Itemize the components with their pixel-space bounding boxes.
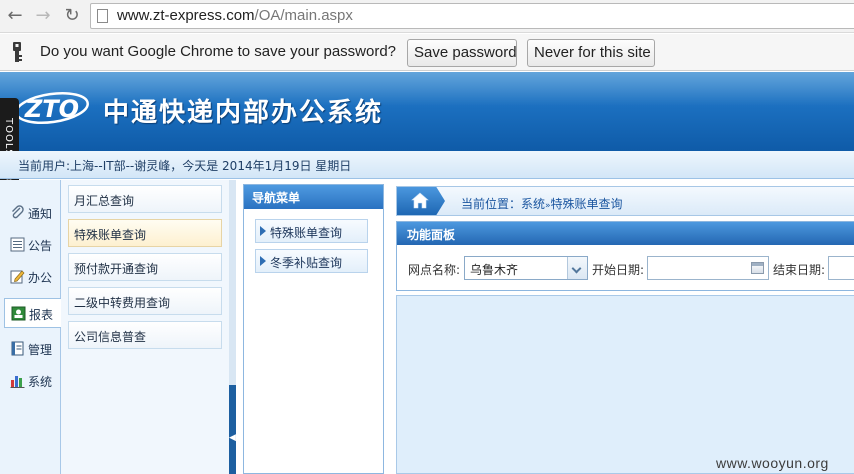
nav-link-label: 冬季补贴查询 bbox=[270, 256, 343, 270]
url-host: www.zt-express.com bbox=[117, 7, 255, 24]
nav-link[interactable]: 特殊账单查询 bbox=[255, 219, 368, 243]
user-info-bar: 当前用户:上海--IT部--谢灵峰，今天是 2014年1月19日 星期日 bbox=[0, 151, 854, 179]
left-nav-label: 公告 bbox=[28, 239, 53, 253]
submenu-label: 特殊账单查询 bbox=[74, 228, 147, 242]
reload-icon[interactable]: ↻ bbox=[61, 5, 83, 27]
main-content: 当前位置：系统»特殊账单查询 功能面板 网点名称: 乌鲁木齐 开始日期: 结束日… bbox=[392, 180, 854, 474]
start-date-input[interactable] bbox=[647, 256, 769, 280]
left-nav-label: 报表 bbox=[29, 308, 54, 322]
app-title: 中通快递内部办公系统 bbox=[103, 98, 384, 128]
submenu-item[interactable]: 公司信息普查 bbox=[68, 321, 222, 349]
submenu-item[interactable]: 月汇总查询 bbox=[68, 185, 222, 213]
left-nav-item-office[interactable]: 办公 bbox=[4, 262, 61, 292]
end-date-label: 结束日期: bbox=[773, 263, 826, 277]
zto-logo: ZTO bbox=[15, 92, 89, 124]
left-nav-label: 办公 bbox=[28, 271, 53, 285]
chevron-down-icon[interactable] bbox=[567, 257, 587, 279]
list-icon bbox=[10, 237, 25, 252]
navigation-menu-panel: 导航菜单 特殊账单查询 冬季补贴查询 bbox=[243, 184, 384, 474]
svg-text:ZTO: ZTO bbox=[24, 95, 79, 123]
branch-select[interactable]: 乌鲁木齐 bbox=[464, 256, 588, 280]
key-icon bbox=[13, 42, 22, 62]
function-panel: 功能面板 网点名称: 乌鲁木齐 开始日期: 结束日期: bbox=[396, 221, 854, 291]
paperclip-icon bbox=[12, 205, 24, 219]
url-text[interactable]: www.zt-express.com/OA/main.aspx bbox=[117, 7, 353, 24]
edit-icon bbox=[10, 270, 25, 284]
triangle-right-icon bbox=[260, 226, 266, 236]
url-path: /OA/main.aspx bbox=[254, 7, 353, 24]
save-password-infobar: Do you want Google Chrome to save your p… bbox=[0, 34, 854, 71]
home-button[interactable] bbox=[397, 187, 445, 215]
back-arrow-icon[interactable]: ← bbox=[4, 5, 26, 27]
infobar-message: Do you want Google Chrome to save your p… bbox=[40, 43, 397, 60]
screen: ← → ↻ www.zt-express.com/OA/main.aspx Do… bbox=[0, 0, 854, 474]
watermark: www.wooyun.org bbox=[716, 455, 829, 471]
submenu-label: 预付款开通查询 bbox=[74, 262, 159, 276]
splitter-handle[interactable] bbox=[229, 385, 236, 474]
nav-link-label: 特殊账单查询 bbox=[270, 226, 343, 240]
page-icon bbox=[97, 9, 108, 23]
branch-label: 网点名称: bbox=[408, 263, 461, 277]
left-nav: 通知 公告 办公 报表 管理 系统 bbox=[0, 180, 61, 474]
collapse-arrow-icon[interactable]: ◀ bbox=[229, 433, 236, 443]
branch-select-value: 乌鲁木齐 bbox=[470, 263, 519, 277]
submenu-item[interactable]: 预付款开通查询 bbox=[68, 253, 222, 281]
forward-arrow-icon[interactable]: → bbox=[32, 5, 54, 27]
start-date-label: 开始日期: bbox=[592, 263, 645, 277]
document-icon bbox=[11, 341, 24, 356]
breadcrumb-section[interactable]: 系统 bbox=[521, 197, 545, 211]
report-icon bbox=[11, 306, 26, 321]
breadcrumb-prefix: 当前位置： bbox=[461, 197, 522, 211]
navigation-menu-header: 导航菜单 bbox=[244, 185, 383, 209]
triangle-right-icon bbox=[260, 256, 266, 266]
navigation-menu-title: 导航菜单 bbox=[252, 191, 301, 205]
submenu-label: 公司信息普查 bbox=[74, 330, 147, 344]
address-bar[interactable]: www.zt-express.com/OA/main.aspx bbox=[90, 3, 854, 29]
breadcrumb-text: 当前位置：系统»特殊账单查询 bbox=[461, 195, 623, 212]
calendar-icon[interactable] bbox=[751, 262, 764, 274]
user-info-text: 当前用户:上海--IT部--谢灵峰，今天是 2014年1月19日 星期日 bbox=[18, 159, 352, 173]
breadcrumb: 当前位置：系统»特殊账单查询 bbox=[396, 186, 854, 216]
left-nav-label: 系统 bbox=[28, 375, 53, 389]
bar-chart-icon bbox=[10, 376, 25, 388]
left-nav-label: 通知 bbox=[28, 207, 53, 221]
home-icon bbox=[411, 192, 429, 209]
left-nav-item-reports[interactable]: 报表 bbox=[4, 298, 61, 328]
submenu-item[interactable]: 二级中转费用查询 bbox=[68, 287, 222, 315]
left-nav-item-system[interactable]: 系统 bbox=[4, 366, 61, 396]
app-banner: ZTO 中通快递内部办公系统 bbox=[0, 72, 854, 151]
submenu-item-active[interactable]: 特殊账单查询 bbox=[68, 219, 222, 247]
submenu-label: 二级中转费用查询 bbox=[74, 296, 171, 310]
breadcrumb-current: 特殊账单查询 bbox=[550, 197, 623, 211]
left-nav-label: 管理 bbox=[28, 343, 53, 357]
left-nav-item-management[interactable]: 管理 bbox=[4, 334, 61, 364]
left-nav-item-notice[interactable]: 通知 bbox=[4, 198, 61, 228]
report-submenu: 月汇总查询 特殊账单查询 预付款开通查询 二级中转费用查询 公司信息普查 bbox=[61, 180, 229, 474]
save-password-button[interactable]: Save password bbox=[407, 39, 517, 67]
results-area bbox=[396, 295, 854, 474]
nav-link[interactable]: 冬季补贴查询 bbox=[255, 249, 368, 273]
function-panel-header: 功能面板 bbox=[397, 222, 854, 245]
submenu-label: 月汇总查询 bbox=[74, 194, 135, 208]
function-panel-title: 功能面板 bbox=[407, 228, 456, 242]
left-nav-item-announcement[interactable]: 公告 bbox=[4, 230, 61, 260]
end-date-input[interactable] bbox=[828, 256, 854, 280]
browser-toolbar: ← → ↻ www.zt-express.com/OA/main.aspx bbox=[0, 0, 854, 33]
never-for-this-site-button[interactable]: Never for this site bbox=[527, 39, 655, 67]
